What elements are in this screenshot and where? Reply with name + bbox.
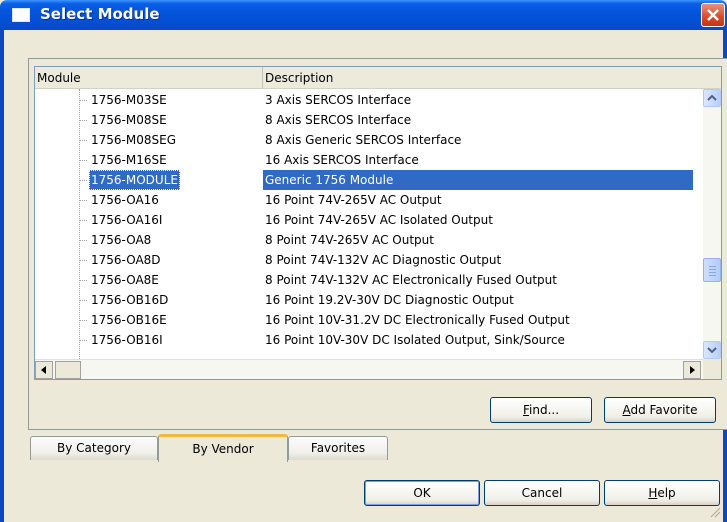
arrow-left-icon [41,366,46,374]
description-cell: 8 Axis Generic SERCOS Interface [265,133,462,147]
ok-button[interactable]: OK [364,480,480,506]
description-cell: 16 Point 19.2V-30V DC Diagnostic Output [265,293,514,307]
list-item[interactable]: 1756-OB16E 16 Point 10V-31.2V DC Electron… [35,310,703,330]
tree-branch [79,280,87,281]
list-item[interactable]: 1756-OB16D 16 Point 19.2V-30V DC Diagnost… [35,290,703,310]
help-button[interactable]: Help [604,480,720,506]
module-cell: 1756-OB16E [91,313,167,327]
tree-branch [79,160,87,161]
module-cell: 1756-MODULE [89,170,180,190]
description-cell: 16 Point 10V-30V DC Isolated Output, Sin… [265,333,565,347]
module-cell: 1756-M16SE [91,153,167,167]
tree-branch [79,260,87,261]
find-label: ind... [529,403,560,417]
description-cell: 8 Point 74V-265V AC Output [265,233,434,247]
list-rows: 1756-M03SE 3 Axis SERCOS Interface 1756-M0… [35,89,703,359]
help-label: elp [657,486,676,500]
list-item[interactable]: 1756-MODULE Generic 1756 Module [35,170,703,190]
module-cell: 1756-M08SEG [91,133,176,147]
close-button[interactable] [701,3,725,27]
tab-favorites[interactable]: Favorites [288,436,388,460]
module-cell: 1756-OB16D [91,293,169,307]
title-bar[interactable]: Select Module [0,0,727,30]
tree-branch [79,300,87,301]
tab-by-category[interactable]: By Category [30,436,158,460]
module-cell: 1756-M03SE [91,93,167,107]
description-cell: Generic 1756 Module [265,173,394,187]
module-cell: 1756-OA8E [91,273,159,287]
tree-branch [79,220,87,221]
tree-branch [79,340,87,341]
scroll-down-button[interactable] [703,341,721,359]
list-item[interactable]: 1756-OA8E 8 Point 74V-132V AC Electronica… [35,270,703,290]
find-button[interactable]: Find... [490,397,592,423]
column-header-module[interactable]: Module [35,67,263,89]
scroll-thumb[interactable] [703,258,721,282]
description-cell: 8 Point 74V-132V AC Diagnostic Output [265,253,502,267]
description-cell: 16 Point 74V-265V AC Output [265,193,442,207]
scroll-corner [703,359,721,379]
module-cell: 1756-M08SE [91,113,167,127]
tree-branch [79,180,87,181]
module-cell: 1756-OA8 [91,233,152,247]
add-favorite-button[interactable]: Add Favorite [604,397,716,423]
tree-branch [79,320,87,321]
help-mnemonic: H [648,486,658,500]
add-favorite-label: dd Favorite [630,403,698,417]
list-item[interactable]: 1756-OA8D 8 Point 74V-132V AC Diagnostic … [35,250,703,270]
column-header-description[interactable]: Description [263,67,721,89]
list-item[interactable]: 1756-M16SE 16 Axis SERCOS Interface [35,150,703,170]
scroll-right-button[interactable] [683,361,701,379]
list-item[interactable]: 1756-OA8 8 Point 74V-265V AC Output [35,230,703,250]
module-cell: 1756-OA16 [91,193,159,207]
tree-branch [79,120,87,121]
window-title: Select Module [40,5,160,23]
tab-by-vendor[interactable]: By Vendor [158,434,288,462]
tree-branch [79,140,87,141]
tree-branch [79,240,87,241]
module-cell: 1756-OA16I [91,213,163,227]
module-cell: 1756-OA8D [91,253,161,267]
chevron-down-icon [707,347,717,354]
window-frame-left [0,30,4,522]
list-item[interactable]: 1756-OA16I 16 Point 74V-265V AC Isolated … [35,210,703,230]
window-icon [12,8,30,22]
list-item[interactable]: 1756-OA16 16 Point 74V-265V AC Output [35,190,703,210]
list-item[interactable]: 1756-M03SE 3 Axis SERCOS Interface [35,90,703,110]
horizontal-scroll-thumb[interactable] [55,361,81,379]
description-cell: 3 Axis SERCOS Interface [265,93,412,107]
arrow-right-icon [690,366,695,374]
scroll-up-button[interactable] [703,89,721,107]
close-icon [707,9,719,21]
chevron-up-icon [707,94,717,101]
description-cell: 8 Point 74V-132V AC Electronically Fused… [265,273,557,287]
description-cell: 16 Point 10V-31.2V DC Electronically Fus… [265,313,570,327]
module-cell: 1756-OB16I [91,333,163,347]
description-cell: 8 Axis SERCOS Interface [265,113,412,127]
list-header: Module Description [35,67,721,89]
list-item[interactable]: 1756-M08SEG 8 Axis Generic SERCOS Interfa… [35,130,703,150]
resize-grip-icon[interactable] [709,506,721,518]
list-item[interactable]: 1756-OB16I 16 Point 10V-30V DC Isolated O… [35,330,703,350]
cancel-button[interactable]: Cancel [484,480,600,506]
scroll-left-button[interactable] [35,361,53,379]
tree-branch [79,100,87,101]
vertical-scrollbar[interactable] [703,89,721,359]
list-item[interactable]: 1756-M08SE 8 Axis SERCOS Interface [35,110,703,130]
tree-branch [79,200,87,201]
description-cell: 16 Axis SERCOS Interface [265,153,419,167]
horizontal-scrollbar[interactable] [35,359,703,379]
module-list[interactable]: Module Description 1756-M03SE 3 Axis SERC… [34,66,722,380]
description-cell: 16 Point 74V-265V AC Isolated Output [265,213,493,227]
